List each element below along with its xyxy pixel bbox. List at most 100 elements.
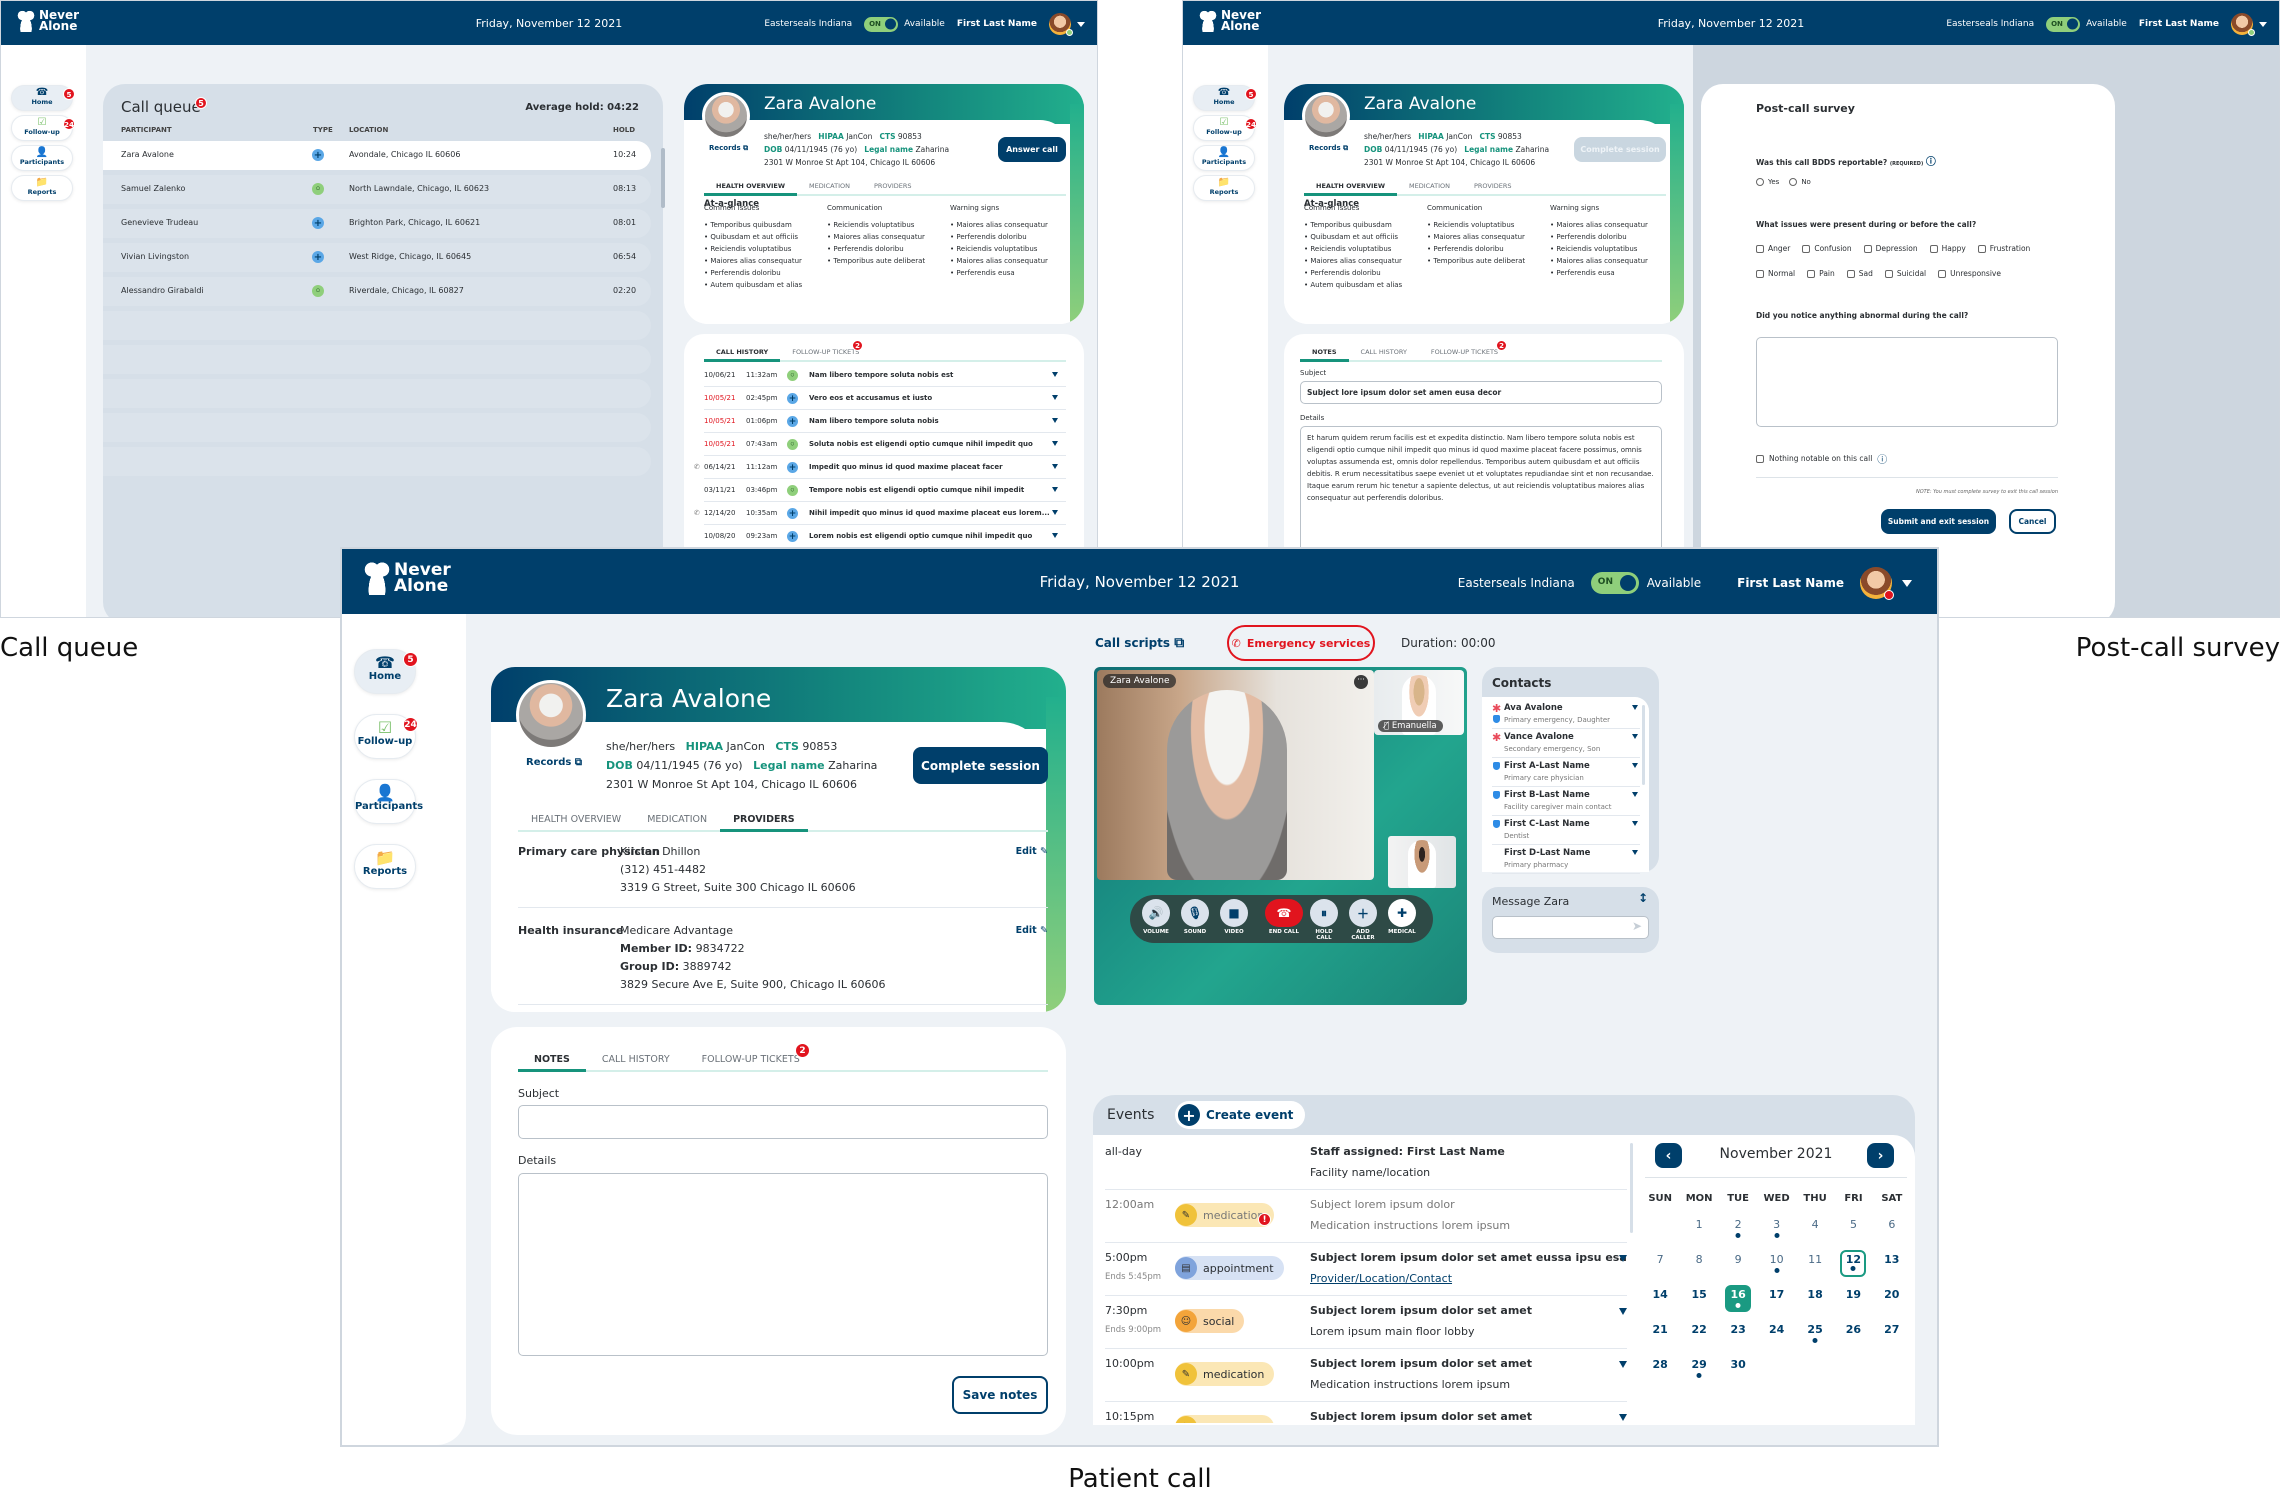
expand-chevron-icon[interactable] xyxy=(1052,441,1058,446)
calendar-day[interactable]: 25 xyxy=(1796,1316,1834,1351)
abnormal-textarea[interactable] xyxy=(1756,337,2058,427)
tab-notes[interactable]: NOTES xyxy=(518,1049,586,1072)
calendar-day[interactable]: 9 xyxy=(1719,1246,1757,1281)
user-avatar[interactable] xyxy=(1049,13,1073,36)
contact-item[interactable]: First A-Last Name Primary care physician xyxy=(1492,758,1640,787)
calendar-day[interactable]: 5 xyxy=(1834,1211,1872,1246)
sidebar-item-participants[interactable]: 👤 Participants xyxy=(354,779,423,824)
tab-health-overview[interactable]: HEALTH OVERVIEW xyxy=(518,809,634,830)
tab-call-history[interactable]: CALL HISTORY xyxy=(1349,344,1419,360)
records-link[interactable]: Records ⧉ xyxy=(1309,144,1348,153)
contact-item[interactable]: ✱ Ava Avalone Primary emergency, Daughter xyxy=(1492,700,1640,729)
calendar-day[interactable]: 1 xyxy=(1679,1211,1719,1246)
checkbox-anger[interactable]: Anger xyxy=(1756,244,1790,253)
tab-health-overview[interactable]: HEALTH OVERVIEW xyxy=(704,178,797,196)
sidebar-item-participants[interactable]: 👤 Participants xyxy=(11,145,73,171)
event-item[interactable]: all-day Staff assigned: First Last Name Fa… xyxy=(1105,1137,1627,1190)
help-icon[interactable]: ⓘ xyxy=(1926,157,1936,168)
user-menu-chevron-icon[interactable] xyxy=(1077,21,1085,27)
expand-chevron-icon[interactable] xyxy=(1052,418,1058,423)
call-history-row[interactable]: 03/11/21 03:46pm ◦ Tempore nobis est eligen… xyxy=(704,479,1066,502)
calendar-day[interactable]: 4 xyxy=(1796,1211,1834,1246)
emergency-services-button[interactable]: ✆ Emergency services xyxy=(1227,625,1375,661)
medical-button[interactable]: ✚ MEDICAL xyxy=(1386,899,1418,935)
calendar-day[interactable]: 13 xyxy=(1873,1246,1911,1281)
tab-providers[interactable]: PROVIDERS xyxy=(1462,178,1524,194)
create-event-button[interactable]: + Create event xyxy=(1175,1101,1306,1129)
expand-chevron-icon[interactable] xyxy=(1619,1414,1627,1421)
queue-scrollbar[interactable] xyxy=(661,148,665,208)
tab-health-overview[interactable]: HEALTH OVERVIEW xyxy=(1304,178,1397,196)
calendar-day[interactable]: 8 xyxy=(1679,1246,1719,1281)
calendar-day[interactable]: 6 xyxy=(1873,1211,1911,1246)
expand-chevron-icon[interactable] xyxy=(1052,510,1058,515)
event-item[interactable]: 10:00pm ✎ medication Subject lorem ipsum do… xyxy=(1105,1349,1627,1402)
calendar-day[interactable]: 16 xyxy=(1719,1281,1757,1316)
submit-exit-button[interactable]: Submit and exit session xyxy=(1881,509,1996,534)
user-name[interactable]: First Last Name xyxy=(1737,576,1844,590)
volume-button[interactable]: 🔊 VOLUME xyxy=(1140,899,1172,935)
queue-row[interactable]: Vivian Livingston + West Ridge, Chicago, I… xyxy=(103,243,651,272)
calendar-day[interactable]: 22 xyxy=(1679,1316,1719,1351)
cancel-button[interactable]: Cancel xyxy=(2009,509,2056,534)
sound-button[interactable]: 🎙 SOUND xyxy=(1179,899,1211,935)
sidebar-item-reports[interactable]: 📁 Reports xyxy=(1193,175,1255,201)
tab-call-history[interactable]: CALL HISTORY xyxy=(704,344,781,362)
checkbox-depression[interactable]: Depression xyxy=(1863,244,1918,253)
checkbox-pain[interactable]: Pain xyxy=(1807,269,1835,278)
contact-item[interactable]: First D-Last Name Primary pharmacy xyxy=(1492,845,1640,874)
checkbox-frustration[interactable]: Frustration xyxy=(1977,244,2030,253)
sidebar-item-reports[interactable]: 📁 Reports xyxy=(354,844,416,889)
expand-chevron-icon[interactable] xyxy=(1052,487,1058,492)
calendar-day[interactable]: 26 xyxy=(1834,1316,1872,1351)
user-name[interactable]: First Last Name xyxy=(2139,19,2219,29)
event-item[interactable]: 7:30pm Ends 9:00pm ☺ social Subject lorem ip… xyxy=(1105,1296,1627,1349)
records-link[interactable]: Records ⧉ xyxy=(526,757,582,768)
call-history-row[interactable]: 10/05/21 01:06pm + Nam libero tempore solut… xyxy=(704,410,1066,433)
radio-yes[interactable]: Yes xyxy=(1756,178,1779,186)
complete-session-button[interactable]: Complete session xyxy=(913,747,1048,784)
video-button[interactable]: ■ VIDEO xyxy=(1218,899,1250,935)
event-item[interactable]: 10:15pm ✎medication Subject lorem ipsum do… xyxy=(1105,1402,1627,1423)
calendar-day[interactable]: 18 xyxy=(1796,1281,1834,1316)
edit-button[interactable]: Edit ✎ xyxy=(1016,843,1048,861)
availability-toggle[interactable]: ON xyxy=(1590,572,1639,594)
calendar-day[interactable]: 23 xyxy=(1719,1316,1757,1351)
tab-medication[interactable]: MEDICATION xyxy=(1397,178,1462,194)
expand-chevron-icon[interactable] xyxy=(1052,464,1058,469)
subject-input[interactable] xyxy=(518,1105,1048,1139)
calendar-day[interactable]: 19 xyxy=(1834,1281,1872,1316)
calendar-day[interactable]: 7 xyxy=(1641,1246,1679,1281)
calendar-day[interactable]: 29 xyxy=(1679,1351,1719,1386)
user-menu-chevron-icon[interactable] xyxy=(1902,579,1912,587)
queue-row[interactable]: Zara Avalone + Avondale, Chicago IL 60606 1… xyxy=(103,141,651,170)
details-textarea[interactable] xyxy=(518,1173,1048,1356)
expand-chevron-icon[interactable] xyxy=(1632,821,1638,826)
tab-providers[interactable]: PROVIDERS xyxy=(720,809,808,832)
call-history-row[interactable]: 10/05/21 02:45pm + Vero eos et accusamus et… xyxy=(704,387,1066,410)
event-item[interactable]: 5:00pm Ends 5:45pm ▤ appointment Subject lor… xyxy=(1105,1243,1627,1296)
user-name[interactable]: First Last Name xyxy=(957,19,1037,29)
checkbox-normal[interactable]: Normal xyxy=(1756,269,1795,278)
contact-item[interactable]: ✱ Vance Avalone Secondary emergency, Son xyxy=(1492,729,1640,758)
tab-medication[interactable]: MEDICATION xyxy=(634,809,720,830)
queue-row[interactable]: Samuel Zalenko ◦ North Lawndale, Chicago, … xyxy=(103,175,651,204)
expand-chevron-icon[interactable] xyxy=(1632,792,1638,797)
calendar-day[interactable]: 20 xyxy=(1873,1281,1911,1316)
sidebar-item-participants[interactable]: 👤 Participants xyxy=(1193,145,1255,171)
subject-input[interactable]: Subject lore ipsum dolor set amen eusa d… xyxy=(1300,381,1662,404)
checkbox-suicidal[interactable]: Suicidal xyxy=(1884,269,1926,278)
records-link[interactable]: Records ⧉ xyxy=(709,144,748,153)
call-history-row[interactable]: 10/06/21 11:32am ◦ Nam libero tempore solut… xyxy=(704,364,1066,387)
calendar-day[interactable]: 17 xyxy=(1757,1281,1796,1316)
expand-chevron-icon[interactable] xyxy=(1632,763,1638,768)
calendar-day[interactable]: 14 xyxy=(1641,1281,1679,1316)
expand-chevron-icon[interactable] xyxy=(1619,1308,1627,1315)
save-notes-button[interactable]: Save notes xyxy=(952,1376,1048,1414)
send-icon[interactable]: ➤ xyxy=(1632,919,1642,933)
calendar-next-button[interactable]: › xyxy=(1867,1143,1894,1168)
message-input[interactable] xyxy=(1492,916,1649,939)
call-history-row[interactable]: 10/05/21 07:43am ◦ Soluta nobis est eligend… xyxy=(704,433,1066,456)
radio-no[interactable]: No xyxy=(1789,178,1811,186)
nothing-notable-checkbox[interactable]: Nothing notable on this call ⓘ xyxy=(1756,451,1887,466)
